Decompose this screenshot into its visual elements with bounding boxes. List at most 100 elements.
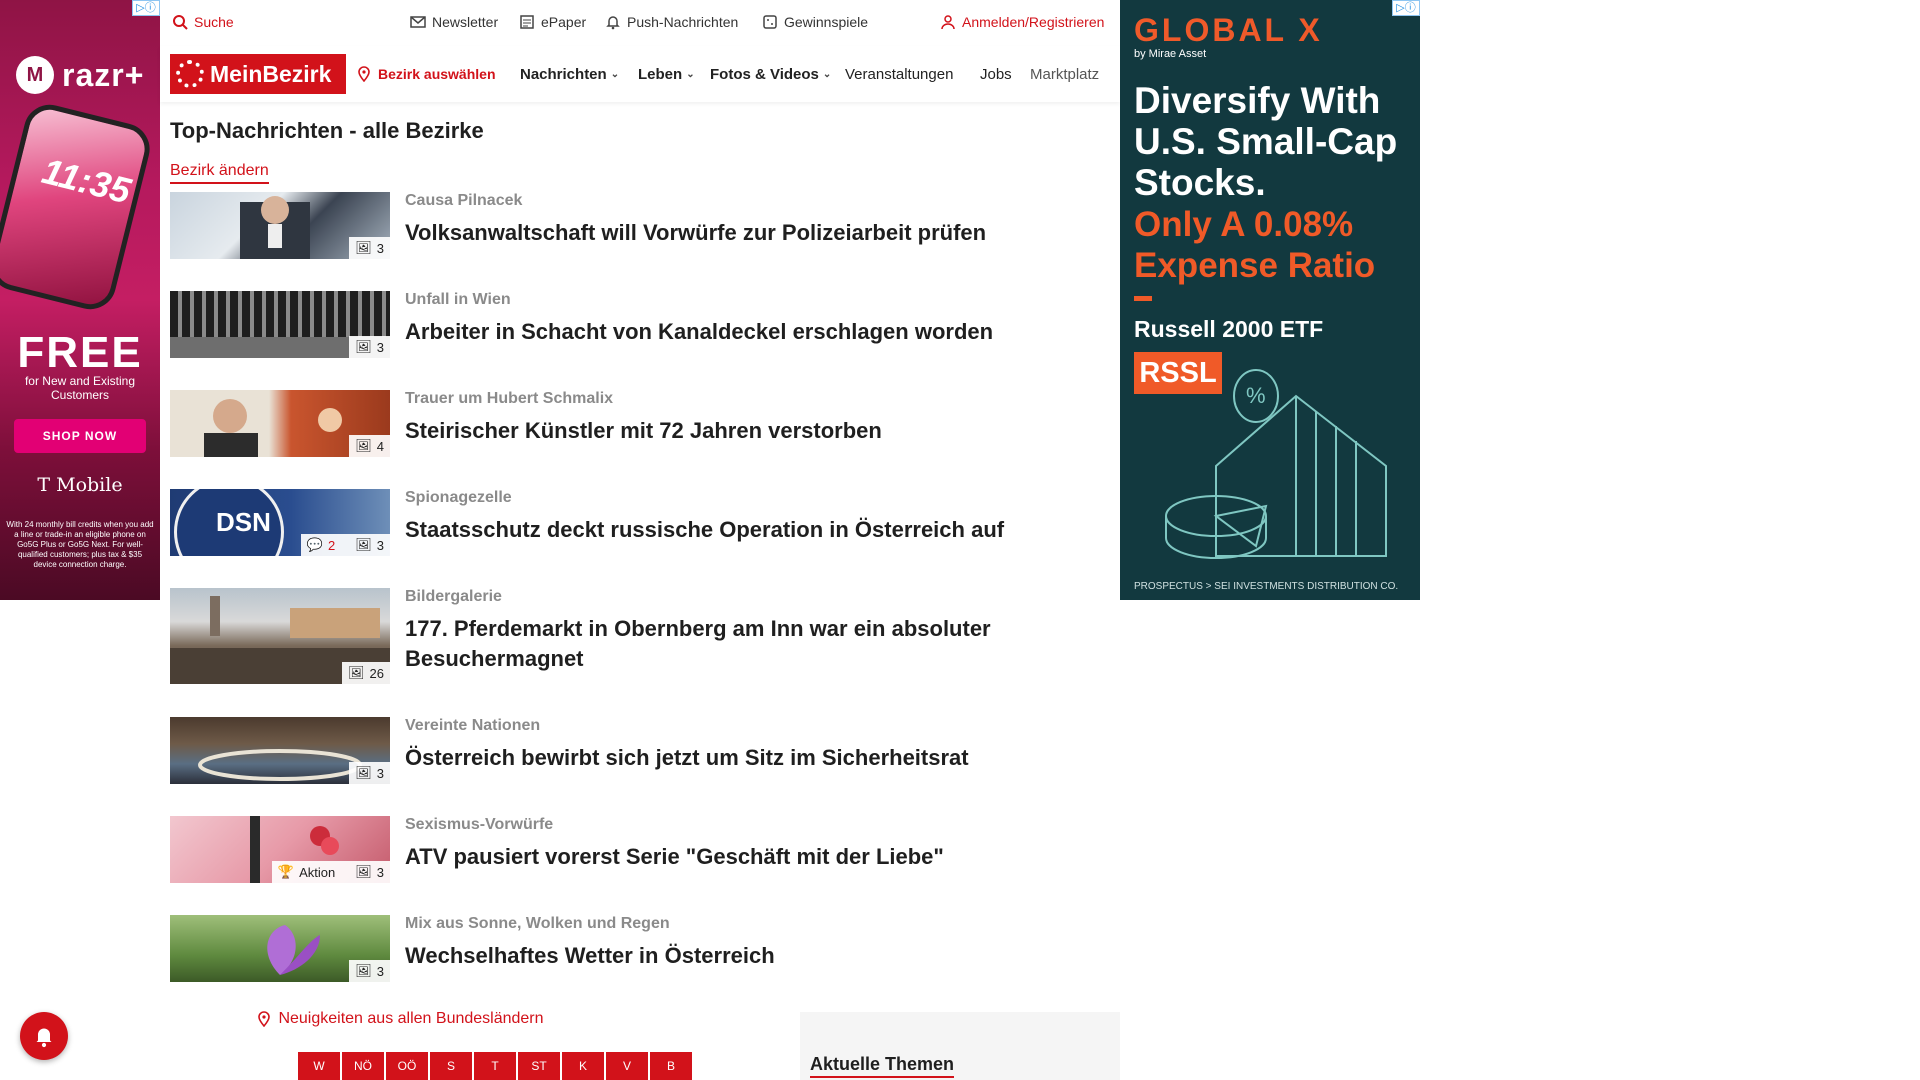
login-label: Anmelden/Registrieren <box>962 14 1105 30</box>
all-states-section: Neuigkeiten aus allen Bundesländern <box>160 1010 640 1032</box>
article-thumbnail[interactable]: 🏆 Aktion 🖼 3 <box>170 816 390 883</box>
utility-bar: Suche Newsletter ePaper Push-Nachrichten… <box>160 0 1120 46</box>
page: ▷ⓘ M razr+ 11:35 FREE for New and Existi… <box>0 0 1920 1080</box>
image-count: 4 <box>376 438 384 454</box>
gallery-icon: 🖼 <box>355 240 372 255</box>
state-tab-ooe[interactable]: OÖ <box>386 1052 428 1080</box>
image-count-badge: 🖼 3 <box>349 762 390 784</box>
ad-choices-icon[interactable]: ▷ⓘ <box>132 0 160 16</box>
main-content: Top-Nachrichten - alle Bezirke Bezirk än… <box>160 102 1120 1080</box>
gallery-icon: 🖼 <box>355 537 372 552</box>
current-topics-title: Aktuelle Themen <box>810 1054 955 1078</box>
ad-choices-icon[interactable]: ▷ⓘ <box>1392 0 1420 16</box>
ad-divider <box>1134 296 1152 301</box>
push-notifications-link[interactable]: Push-Nachrichten <box>605 14 738 30</box>
article-thumbnail[interactable]: 🖼 26 <box>170 588 390 684</box>
ad-logo-sub: by Mirae Asset <box>1134 48 1207 60</box>
nav-item-nachrichten[interactable]: Nachrichten ⌄ <box>520 66 619 83</box>
article-kicker: Bildergalerie <box>405 588 502 605</box>
state-tab-t[interactable]: T <box>474 1052 516 1080</box>
chevron-down-icon: ⌄ <box>822 69 832 80</box>
article-headline[interactable]: Wechselhaftes Wetter in Österreich <box>405 941 1085 971</box>
article-kicker: Vereinte Nationen <box>405 717 541 734</box>
article-headline[interactable]: Staatsschutz deckt russische Operation i… <box>405 515 1085 545</box>
nav-item-fotos-videos[interactable]: Fotos & Videos ⌄ <box>710 66 831 83</box>
nav-item-jobs[interactable]: Jobs <box>980 66 1012 83</box>
page-title: Top-Nachrichten - alle Bezirke <box>170 118 484 143</box>
image-count-badge: 🏆 Aktion 🖼 3 <box>271 861 390 883</box>
article-kicker: Spionagezelle <box>405 489 512 506</box>
login-link[interactable]: Anmelden/Registrieren <box>940 14 1104 30</box>
shop-now-button[interactable]: SHOP NOW <box>14 419 146 453</box>
ad-subheadline: for New and Existing Customers <box>24 374 136 402</box>
current-topics-panel: Aktuelle Themen <box>800 1012 1120 1080</box>
article-headline[interactable]: ATV pausiert vorerst Serie "Geschäft mit… <box>405 842 1085 872</box>
article-headline[interactable]: Volksanwaltschaft will Vorwürfe zur Poli… <box>405 218 1085 248</box>
map-pin-icon <box>258 1011 271 1027</box>
image-count: 26 <box>369 665 384 681</box>
article-thumbnail[interactable]: 🖼 3 <box>170 915 390 982</box>
envelope-icon <box>410 16 426 28</box>
nav-item-leben[interactable]: Leben ⌄ <box>638 66 695 83</box>
image-count: 3 <box>376 765 384 781</box>
user-icon <box>941 15 955 30</box>
article-headline[interactable]: Arbeiter in Schacht von Kanaldeckel ersc… <box>405 317 1085 347</box>
newspaper-icon <box>520 15 534 29</box>
all-states-label: Neuigkeiten aus allen Bundesländern <box>278 1010 544 1027</box>
chevron-down-icon: ⌄ <box>610 69 620 80</box>
ad-brand: M razr+ <box>16 56 144 94</box>
image-count-badge: 🖼 3 <box>349 237 390 259</box>
dice-icon <box>763 15 777 29</box>
left-advertisement[interactable]: ▷ⓘ M razr+ 11:35 FREE for New and Existi… <box>0 0 160 600</box>
gallery-icon: 🖼 <box>355 765 372 780</box>
change-district-link[interactable]: Bezirk ändern <box>170 162 269 184</box>
ad-prospectus-link[interactable]: PROSPECTUS > SEI INVESTMENTS DISTRIBUTIO… <box>1134 581 1398 592</box>
gallery-icon: 🖼 <box>348 665 365 680</box>
state-tab-k[interactable]: K <box>562 1052 604 1080</box>
logo-sun-icon <box>176 60 204 88</box>
nav-item-marktplatz[interactable]: Marktplatz <box>1030 66 1112 83</box>
bell-icon <box>36 1028 52 1048</box>
site-logo[interactable]: MeinBezirk <box>170 54 346 94</box>
article-thumbnail[interactable]: DSN 💬 2 🖼 3 <box>170 489 390 556</box>
article-thumbnail[interactable]: 🖼 3 <box>170 192 390 259</box>
push-notification-bell-button[interactable] <box>20 1012 68 1060</box>
state-tab-v[interactable]: V <box>606 1052 648 1080</box>
thumbnail-label: DSN <box>216 507 271 537</box>
epaper-link[interactable]: ePaper <box>519 14 586 30</box>
state-tab-w[interactable]: W <box>298 1052 340 1080</box>
select-district-button[interactable]: Bezirk auswählen <box>356 66 496 82</box>
comment-icon: 💬 <box>306 537 324 552</box>
epaper-label: ePaper <box>541 14 587 30</box>
newsletter-link[interactable]: Newsletter <box>410 14 498 30</box>
article-thumbnail[interactable]: 🖼 3 <box>170 291 390 358</box>
article-headline[interactable]: Steirischer Künstler mit 72 Jahren verst… <box>405 416 1085 446</box>
state-tabs: W NÖ OÖ S T ST K V B <box>298 1052 692 1080</box>
ad-logo: GLOBAL X <box>1134 12 1323 48</box>
phone-image: 11:35 <box>0 99 156 315</box>
right-advertisement[interactable]: ▷ⓘ GLOBAL X by Mirae Asset Diversify Wit… <box>1120 0 1420 600</box>
article-thumbnail[interactable]: 🖼 4 <box>170 390 390 457</box>
article-thumbnail[interactable]: 🖼 3 <box>170 717 390 784</box>
state-tab-s[interactable]: S <box>430 1052 472 1080</box>
nav-label: Veranstaltungen <box>845 66 954 83</box>
nav-label: Jobs <box>980 66 1012 83</box>
article-kicker: Mix aus Sonne, Wolken und Regen <box>405 915 670 932</box>
ad-offer: Only A 0.08% Expense Ratio <box>1134 205 1376 285</box>
search-link[interactable]: Suche <box>172 14 234 30</box>
svg-text:%: % <box>1246 383 1266 408</box>
state-tab-b[interactable]: B <box>650 1052 692 1080</box>
ad-brand-name: razr+ <box>62 56 145 93</box>
games-link[interactable]: Gewinnspiele <box>762 14 868 30</box>
article-headline[interactable]: Österreich bewirbt sich jetzt um Sitz im… <box>405 743 1085 773</box>
state-tab-noe[interactable]: NÖ <box>342 1052 384 1080</box>
nav-item-veranstaltungen[interactable]: Veranstaltungen <box>845 66 953 83</box>
all-states-link[interactable]: Neuigkeiten aus allen Bundesländern <box>256 1010 544 1028</box>
ad-headline: FREE <box>17 328 143 377</box>
state-tab-st[interactable]: ST <box>518 1052 560 1080</box>
image-count: 3 <box>376 339 384 355</box>
search-icon <box>173 15 188 30</box>
article-headline[interactable]: 177. Pferdemarkt in Obernberg am Inn war… <box>405 614 1085 674</box>
image-count-badge: 💬 2 🖼 3 <box>300 534 390 556</box>
select-district-label: Bezirk auswählen <box>378 66 496 82</box>
